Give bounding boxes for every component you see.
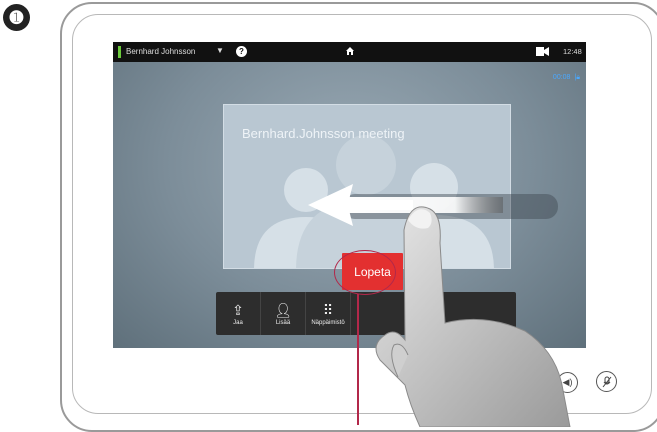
page-indicator-callout [334,250,396,295]
keypad-label: Näppäimistö [311,319,345,326]
keypad-icon: ⠿ [322,301,334,318]
share-icon: ⇪ [232,301,244,318]
mute-microphone-icon [602,376,611,387]
step-number-badge: ➊ [3,4,30,31]
share-button[interactable]: ⇪ Jaa [216,292,261,335]
add-participant-button[interactable]: 👤︎ Lisää [261,292,306,335]
add-participant-label: Lisää [275,319,291,326]
callout-line [357,294,359,425]
mute-button[interactable] [596,371,617,392]
pointing-hand-illustration [375,206,571,427]
add-participant-icon: 👤︎ [274,301,292,318]
keypad-button[interactable]: ⠿ Näppäimistö [306,292,351,335]
share-label: Jaa [233,319,243,326]
